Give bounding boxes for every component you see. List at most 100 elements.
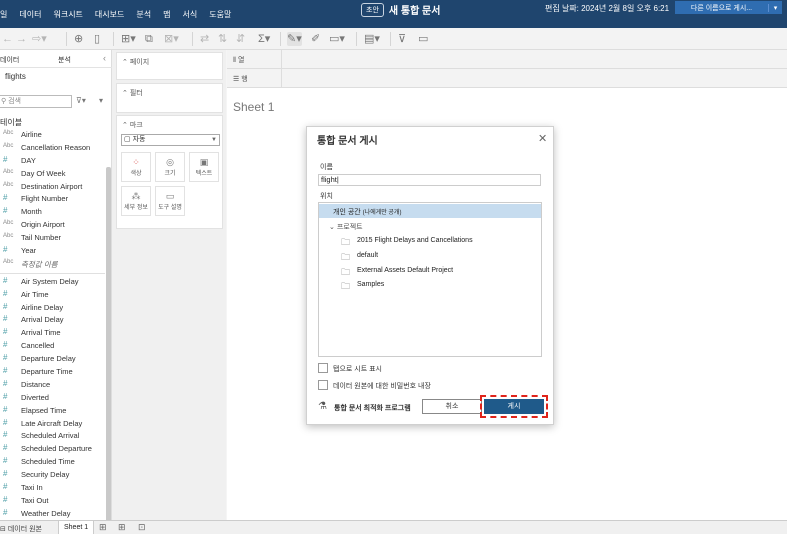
sheet-title[interactable]: Sheet 1 — [233, 100, 274, 114]
field-item[interactable]: # Month — [0, 206, 105, 219]
field-item[interactable]: Abc 측정값 이름 — [0, 258, 105, 271]
field-item[interactable]: Abc Cancellation Reason — [0, 142, 105, 155]
columns-shelf[interactable]: ⦀ 열 — [227, 50, 787, 69]
chevron-down-icon[interactable]: ▾ — [768, 3, 782, 12]
detail-mark-button[interactable]: ⁂ 세부 정보 — [121, 186, 151, 216]
measure-item[interactable]: # Departure Time — [0, 366, 105, 379]
measure-item[interactable]: # Departure Delay — [0, 353, 105, 366]
tab-data[interactable]: 데이터 — [0, 55, 19, 65]
new-sheet-icon[interactable]: ⊞▾ — [121, 32, 136, 46]
field-item[interactable]: # DAY — [0, 155, 105, 168]
rows-shelf[interactable]: ☰ 행 — [227, 69, 787, 88]
redo-icon[interactable]: → — [16, 32, 27, 46]
personal-space-name: 개인 공간 — [333, 209, 361, 216]
measure-item[interactable]: # Security Delay — [0, 469, 105, 482]
color-mark-button[interactable]: ⁘ 색상 — [121, 152, 151, 182]
show-sheets-as-tabs-checkbox[interactable] — [318, 363, 328, 373]
text-mark-button[interactable]: ▣ 텍스트 — [189, 152, 219, 182]
pages-shelf[interactable]: ⌃ 페이지 — [116, 52, 223, 80]
filter-icon[interactable]: ⊽▾ — [76, 96, 86, 105]
tree-item-folder[interactable]: 🗀 Samples — [319, 278, 541, 292]
menu-map[interactable]: 맵 — [157, 9, 176, 20]
undo-icon[interactable]: ← — [2, 32, 13, 46]
collapse-icon[interactable]: ‹ — [103, 53, 106, 63]
measure-item[interactable]: # Airline Delay — [0, 302, 105, 315]
data-pane-scrollbar[interactable] — [106, 167, 111, 527]
field-item[interactable]: Abc Origin Airport — [0, 219, 105, 232]
clear-sheet-icon[interactable]: ⊠▾ — [164, 32, 179, 46]
sort-asc-icon[interactable]: ⇅ — [218, 32, 227, 46]
measure-item[interactable]: # Weather Delay — [0, 508, 105, 521]
datasource-name[interactable]: flights — [5, 72, 26, 81]
menu-data[interactable]: 데이터 — [13, 9, 47, 20]
tree-item-personal-space[interactable]: 개인 공간 (나에게만 공개) — [319, 204, 541, 218]
measure-item[interactable]: # Scheduled Time — [0, 456, 105, 469]
cancel-button[interactable]: 취소 — [422, 399, 482, 414]
workbook-name-input[interactable]: flight| — [318, 174, 541, 186]
tooltip-mark-button[interactable]: ▭ 도구 설명 — [155, 186, 185, 216]
pane-menu-icon[interactable]: ▾ — [99, 96, 103, 105]
measure-item[interactable]: # Scheduled Arrival — [0, 430, 105, 443]
tree-item-folder[interactable]: 🗀 2015 Flight Delays and Cancellations — [319, 234, 541, 248]
fix-axes-icon[interactable]: ▭▾ — [329, 32, 345, 46]
tree-item-folder[interactable]: 🗀 External Assets Default Project — [319, 264, 541, 278]
measure-item[interactable]: # Air System Delay — [0, 276, 105, 289]
labels-icon[interactable]: ✐ — [311, 32, 320, 46]
measure-item[interactable]: # Elapsed Time — [0, 405, 105, 418]
swap-icon[interactable]: ⇄ — [200, 32, 209, 46]
field-item[interactable]: # Flight Number — [0, 193, 105, 206]
field-item[interactable]: # Year — [0, 245, 105, 258]
measure-item[interactable]: # Cancelled — [0, 340, 105, 353]
measure-item[interactable]: # Diverted — [0, 392, 105, 405]
filters-shelf[interactable]: ⌃ 필터 — [116, 83, 223, 113]
publish-as-button[interactable]: 다른 이름으로 게시... ▾ — [675, 1, 782, 14]
tree-item-projects[interactable]: ⌄ 프로젝트 — [319, 219, 541, 233]
new-worksheet-icon[interactable]: ⊞ — [99, 522, 107, 533]
show-me-icon[interactable]: ⊽ — [398, 32, 406, 46]
sum-icon[interactable]: Σ▾ — [258, 32, 270, 46]
measure-item[interactable]: # Distance — [0, 379, 105, 392]
measure-item[interactable]: # Late Aircraft Delay — [0, 418, 105, 431]
measure-item[interactable]: # Arrival Delay — [0, 314, 105, 327]
embed-password-checkbox[interactable] — [318, 380, 328, 390]
measure-item[interactable]: # Taxi In — [0, 482, 105, 495]
duplicate-sheet-icon[interactable]: ⧉ — [145, 32, 153, 46]
size-mark-button[interactable]: ◎ 크기 — [155, 152, 185, 182]
new-story-icon[interactable]: ⊡ — [138, 522, 146, 533]
menu-format[interactable]: 서식 — [176, 9, 203, 20]
workbook-optimizer-link[interactable]: 통합 문서 최적화 프로그램 — [334, 403, 411, 413]
measure-item[interactable]: # Scheduled Departure — [0, 443, 105, 456]
menu-worksheet[interactable]: 워크시트 — [47, 9, 88, 20]
close-icon[interactable]: ✕ — [538, 132, 547, 145]
menu-analysis[interactable]: 분석 — [130, 9, 157, 20]
field-search-input[interactable]: ⚲ 검색 — [0, 95, 72, 108]
menu-dashboard[interactable]: 대시보드 — [89, 9, 130, 20]
field-item[interactable]: Abc Destination Airport — [0, 181, 105, 194]
replay-icon[interactable]: ⇨▾ — [32, 32, 47, 46]
document-title[interactable]: 새 통합 문서 — [389, 2, 441, 17]
datasource-tab[interactable]: ⊟ 데이터 원본 — [0, 524, 42, 534]
tree-item-folder[interactable]: 🗀 default — [319, 249, 541, 263]
measure-item[interactable]: # Taxi Out — [0, 495, 105, 508]
measure-item[interactable]: # Arrival Time — [0, 327, 105, 340]
new-datasource-icon[interactable]: ⊕ — [74, 32, 83, 46]
optimizer-icon[interactable]: ⚗ — [318, 401, 327, 412]
presentation-icon[interactable]: ▭ — [418, 32, 428, 46]
field-item[interactable]: Abc Day Of Week — [0, 168, 105, 181]
tab-analysis[interactable]: 분석 — [58, 55, 71, 65]
field-item[interactable]: Abc Airline — [0, 129, 105, 142]
field-name: Arrival Time — [21, 328, 61, 338]
tooltip-icon: ▭ — [165, 191, 175, 201]
mark-type-select[interactable]: ▢ 자동 ▼ — [121, 134, 220, 146]
field-item[interactable]: Abc Tail Number — [0, 232, 105, 245]
measure-item[interactable]: # Air Time — [0, 289, 105, 302]
highlight-icon[interactable]: ✎▾ — [287, 32, 302, 46]
menu-help[interactable]: 도움말 — [203, 9, 237, 20]
fit-icon[interactable]: ▤▾ — [364, 32, 380, 46]
publish-button[interactable]: 게시 — [480, 395, 548, 418]
sort-desc-icon[interactable]: ⇵ — [236, 32, 245, 46]
sheet-tab[interactable]: Sheet 1 — [58, 521, 95, 534]
pause-updates-icon[interactable]: ▯ — [94, 32, 100, 46]
menu-file[interactable]: 일 — [0, 9, 13, 20]
new-dashboard-icon[interactable]: ⊞ — [118, 522, 126, 533]
